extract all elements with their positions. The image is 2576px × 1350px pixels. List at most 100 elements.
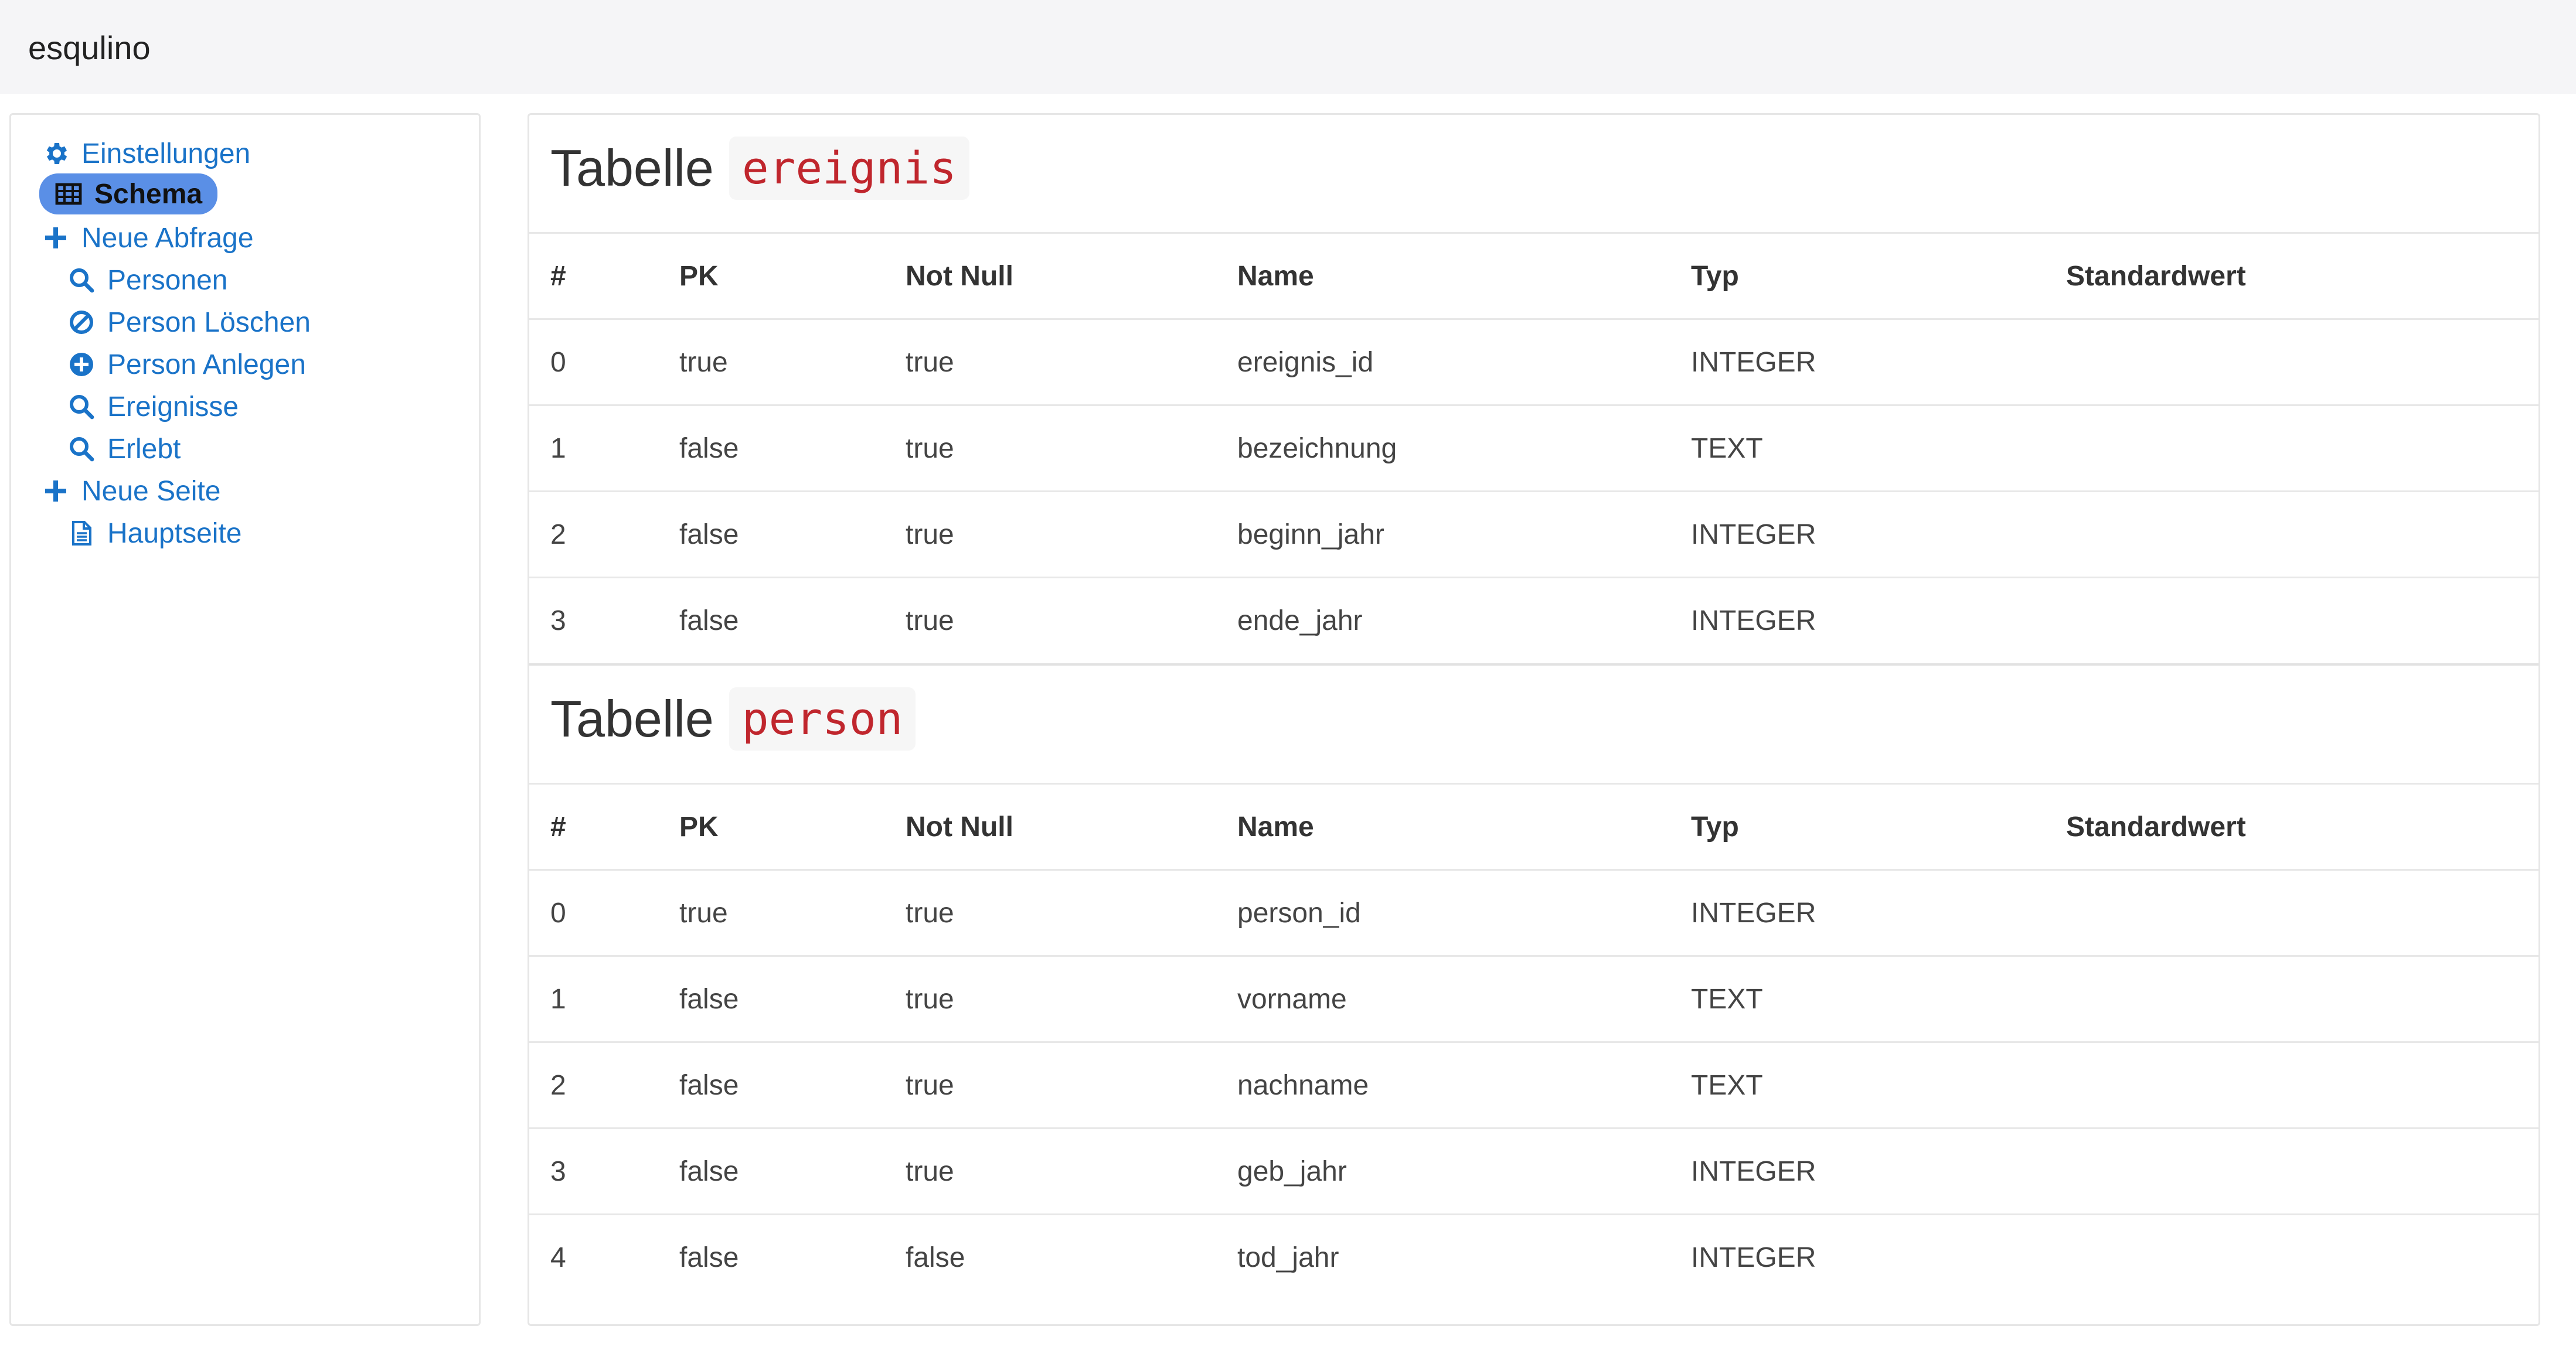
cell-not-null: true <box>884 490 1216 578</box>
cell-name: beginn_jahr <box>1216 490 1670 578</box>
column-header: Name <box>1216 783 1670 870</box>
cell-type: TEXT <box>1670 955 2045 1042</box>
sidebar-item-schema[interactable]: Schema <box>39 173 218 214</box>
cell-name: vorname <box>1216 955 1670 1042</box>
brand-logo[interactable]: esqulino <box>28 29 151 67</box>
column-header: Name <box>1216 232 1670 319</box>
table-row: 3 false true ende_jahr INTEGER <box>529 577 2538 664</box>
table-row: 1 false true vorname TEXT <box>529 955 2538 1042</box>
column-header: Typ <box>1670 232 2045 319</box>
schema-panel: Tabelle ereignis # PK Not Null Name Typ … <box>528 113 2540 1326</box>
table-title-prefix: Tabelle <box>550 139 714 197</box>
cell-pk: false <box>658 1127 884 1215</box>
plus-icon <box>42 224 70 252</box>
cell-default <box>2045 869 2538 956</box>
cell-default <box>2045 955 2538 1042</box>
cell-not-null: true <box>884 869 1216 956</box>
cell-type: INTEGER <box>1670 1213 2045 1301</box>
plus-icon <box>42 477 70 505</box>
search-icon <box>67 435 96 463</box>
column-header: PK <box>658 232 884 319</box>
cell-pk: false <box>658 577 884 664</box>
cell-default <box>2045 1127 2538 1215</box>
column-header: PK <box>658 783 884 870</box>
search-icon <box>67 393 96 421</box>
top-navbar: esqulino <box>0 0 2576 94</box>
cell-name: tod_jahr <box>1216 1213 1670 1301</box>
table-row: 3 false true geb_jahr INTEGER <box>529 1127 2538 1215</box>
column-header: Not Null <box>884 232 1216 319</box>
cell-type: INTEGER <box>1670 318 2045 405</box>
sidebar-item-hauptseite[interactable]: Hauptseite <box>67 514 241 552</box>
cell-not-null: true <box>884 1127 1216 1215</box>
sidebar-item-neue-abfrage[interactable]: Neue Abfrage <box>42 219 254 257</box>
cell-pk: true <box>658 869 884 956</box>
cell-default <box>2045 577 2538 664</box>
table-row: 1 false true bezeichnung TEXT <box>529 404 2538 492</box>
table-header-row: # PK Not Null Name Typ Standardwert <box>529 783 2538 870</box>
cell-not-null: true <box>884 1041 1216 1129</box>
table-row: 2 false true nachname TEXT <box>529 1041 2538 1129</box>
sidebar-item-erlebt[interactable]: Erlebt <box>67 430 181 468</box>
sidebar-item-person-anlegen[interactable]: Person Anlegen <box>67 346 306 383</box>
cell-pk: true <box>658 318 884 405</box>
cell-index: 4 <box>529 1213 658 1301</box>
sidebar-item-label: Schema <box>94 178 203 210</box>
table-section-ereignis: Tabelle ereignis # PK Not Null Name Typ … <box>529 115 2538 666</box>
table-row: 0 true true ereignis_id INTEGER <box>529 318 2538 405</box>
sidebar-item-label: Person Anlegen <box>107 349 306 380</box>
sidebar-item-label: Hauptseite <box>107 517 242 549</box>
cell-index: 2 <box>529 1041 658 1129</box>
cell-type: INTEGER <box>1670 490 2045 578</box>
cell-name: ende_jahr <box>1216 577 1670 664</box>
cell-not-null: true <box>884 404 1216 492</box>
column-header: Standardwert <box>2045 232 2538 319</box>
cell-name: bezeichnung <box>1216 404 1670 492</box>
sidebar-item-personen[interactable]: Personen <box>67 261 227 299</box>
cell-type: INTEGER <box>1670 869 2045 956</box>
table-icon <box>55 180 83 208</box>
cell-default <box>2045 1213 2538 1301</box>
sidebar-item-label: Personen <box>107 264 228 296</box>
column-header: # <box>529 232 658 319</box>
column-header: # <box>529 783 658 870</box>
cell-default <box>2045 1041 2538 1129</box>
cell-default <box>2045 318 2538 405</box>
sidebar-item-neue-seite[interactable]: Neue Seite <box>42 472 221 510</box>
columns-table: # PK Not Null Name Typ Standardwert 0 tr… <box>529 232 2538 664</box>
cell-pk: false <box>658 490 884 578</box>
table-header-row: # PK Not Null Name Typ Standardwert <box>529 232 2538 319</box>
cell-index: 1 <box>529 955 658 1042</box>
ban-icon <box>67 308 96 336</box>
table-title: Tabelle ereignis <box>550 136 969 200</box>
table-title: Tabelle person <box>550 687 916 751</box>
sidebar: Einstellungen Schema Neue Abfrage Person… <box>9 113 481 1326</box>
table-section-person: Tabelle person # PK Not Null Name Typ St… <box>529 666 2538 1322</box>
cell-not-null: true <box>884 577 1216 664</box>
cell-index: 3 <box>529 577 658 664</box>
cell-type: TEXT <box>1670 404 2045 492</box>
sidebar-item-label: Person Löschen <box>107 306 311 338</box>
cell-not-null: false <box>884 1213 1216 1301</box>
cell-name: ereignis_id <box>1216 318 1670 405</box>
cell-type: INTEGER <box>1670 577 2045 664</box>
cell-pk: false <box>658 1041 884 1129</box>
columns-table: # PK Not Null Name Typ Standardwert 0 tr… <box>529 783 2538 1301</box>
cell-default <box>2045 490 2538 578</box>
sidebar-item-person-loeschen[interactable]: Person Löschen <box>67 304 311 341</box>
cell-index: 1 <box>529 404 658 492</box>
sidebar-item-ereignisse[interactable]: Ereignisse <box>67 388 239 425</box>
cell-index: 0 <box>529 318 658 405</box>
table-row: 2 false true beginn_jahr INTEGER <box>529 490 2538 578</box>
sidebar-item-label: Neue Abfrage <box>81 222 254 254</box>
column-header: Standardwert <box>2045 783 2538 870</box>
sidebar-item-label: Einstellungen <box>81 138 251 169</box>
sidebar-item-einstellungen[interactable]: Einstellungen <box>42 135 250 172</box>
cell-index: 2 <box>529 490 658 578</box>
cell-pk: false <box>658 1213 884 1301</box>
column-header: Not Null <box>884 783 1216 870</box>
sidebar-item-label: Neue Seite <box>81 475 221 507</box>
column-header: Typ <box>1670 783 2045 870</box>
cell-not-null: true <box>884 318 1216 405</box>
cell-index: 3 <box>529 1127 658 1215</box>
